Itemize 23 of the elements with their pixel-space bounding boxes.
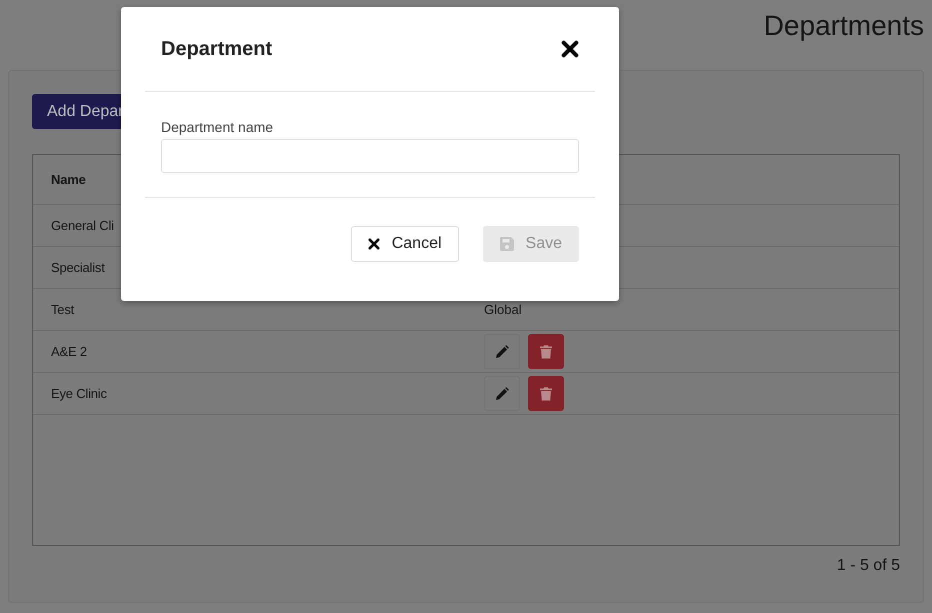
table-cell-text: Test <box>50 302 76 317</box>
trash-icon <box>540 386 552 400</box>
trash-icon <box>540 344 552 358</box>
edit-button[interactable] <box>484 376 520 411</box>
pagination-text: 1 - 5 of 5 <box>836 556 900 575</box>
close-button[interactable] <box>561 40 579 58</box>
page-title: Departments <box>764 10 924 43</box>
cancel-button[interactable]: Cancel <box>350 226 459 262</box>
table-cell: Global <box>484 302 522 317</box>
table-cell-text: Specialist <box>50 260 106 275</box>
delete-button[interactable] <box>528 376 564 411</box>
dialog-title: Department <box>161 38 272 60</box>
table-cell-text: Eye Clinic <box>50 386 108 401</box>
table-cell-text: General Cli <box>50 218 115 233</box>
table-cell-text: A&E 2 <box>50 344 88 359</box>
edit-button[interactable] <box>484 334 520 369</box>
close-icon <box>368 238 380 250</box>
close-icon <box>561 40 579 58</box>
delete-button[interactable] <box>528 334 564 369</box>
pencil-icon <box>495 386 509 400</box>
pencil-icon <box>495 344 509 358</box>
input-field[interactable] <box>161 139 579 173</box>
field-label: Department name <box>161 119 274 135</box>
